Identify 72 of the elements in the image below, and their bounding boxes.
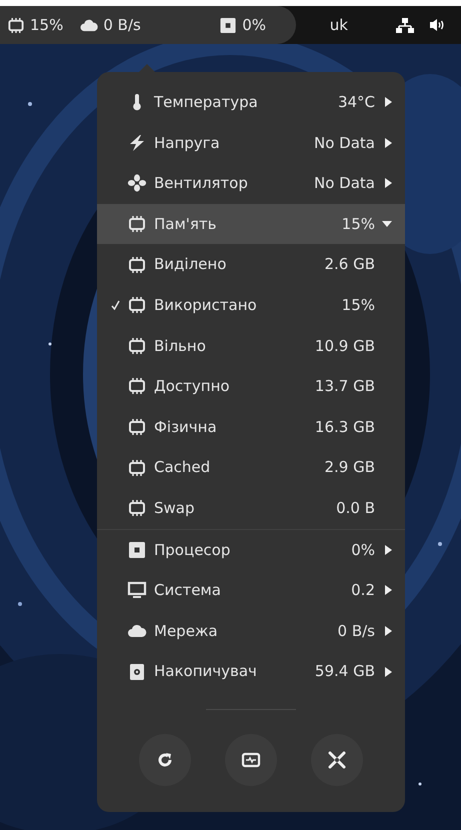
menu-item[interactable]: Процесор 0%: [97, 530, 405, 570]
memory-icon: [127, 377, 147, 396]
item-label: Процесор: [154, 540, 232, 561]
fan-icon: [127, 174, 147, 192]
menu-item[interactable]: Cached 2.9 GB: [97, 447, 405, 488]
menu-item[interactable]: Використано 15%: [97, 284, 405, 326]
item-label: Пам'ять: [154, 214, 218, 235]
item-value: 34°C: [338, 92, 375, 114]
item-label: Мережа: [154, 620, 219, 642]
menu-item[interactable]: Температура 34°C: [97, 82, 405, 123]
memory-icon: [6, 16, 26, 34]
submenu-arrow-icon: [384, 584, 393, 596]
memory-icon: [127, 499, 147, 518]
submenu-arrow-icon: [384, 666, 393, 678]
item-label: Cached: [154, 457, 212, 478]
memory-icon: [127, 458, 147, 477]
network-speed[interactable]: 0 B/s: [103, 14, 141, 36]
submenu-arrow-icon: [384, 136, 393, 149]
menu-item[interactable]: Доступно 13.7 GB: [97, 366, 405, 407]
memory-usage[interactable]: 15%: [30, 14, 64, 36]
cpu-usage[interactable]: 0%: [242, 14, 266, 36]
network-icon[interactable]: [396, 16, 414, 34]
menu-item[interactable]: Swap 0.0 B: [97, 488, 405, 529]
item-label: Swap: [154, 498, 196, 519]
item-value: 10.9 GB: [314, 336, 375, 357]
menu-item[interactable]: Виділено 2.6 GB: [97, 244, 405, 285]
submenu-arrow-icon: [384, 544, 393, 556]
item-label: Використано: [154, 295, 258, 316]
monitor-icon: [127, 581, 147, 600]
item-value: 15%: [342, 295, 375, 316]
item-label: Вентилятор: [154, 173, 249, 194]
item-label: Доступно: [154, 376, 231, 398]
cpu-icon: [218, 16, 238, 34]
keyboard-layout[interactable]: uk: [330, 14, 348, 36]
item-value: 0%: [351, 540, 375, 561]
item-value: 0 B/s: [338, 620, 375, 642]
menu-item[interactable]: Накопичувач 59.4 GB: [97, 651, 405, 692]
item-label: Виділено: [154, 254, 228, 276]
volume-icon[interactable]: [430, 18, 445, 32]
menu-item[interactable]: Вентилятор No Data: [97, 163, 405, 204]
item-value: 0.2: [351, 580, 375, 602]
cpu-icon: [127, 540, 147, 559]
memory-icon: [127, 336, 147, 355]
submenu-arrow-icon: [384, 96, 393, 108]
item-value: No Data: [314, 132, 375, 154]
menu-item[interactable]: Фізична 16.3 GB: [97, 406, 405, 448]
menu-item[interactable]: Вільно 10.9 GB: [97, 326, 405, 366]
memory-icon: [127, 296, 147, 314]
item-value: 13.7 GB: [314, 376, 375, 398]
submenu-arrow-icon: [384, 625, 393, 638]
menu-item[interactable]: Система 0.2: [97, 570, 405, 611]
tools-icon: [327, 750, 347, 770]
item-value: 15%: [342, 214, 375, 235]
item-label: Напруга: [154, 132, 221, 154]
menu-item[interactable]: Напруга No Data: [97, 122, 405, 164]
memory-icon: [127, 418, 147, 436]
item-label: Система: [154, 580, 222, 602]
item-value: 0.0 B: [336, 498, 375, 519]
item-label: Температура: [154, 92, 259, 114]
item-label: Вільно: [154, 336, 207, 357]
item-label: Фізична: [154, 416, 218, 438]
menu-item[interactable]: Мережа 0 B/s: [97, 610, 405, 652]
item-value: No Data: [314, 173, 375, 194]
submenu-arrow-icon: [384, 177, 393, 190]
item-value: 16.3 GB: [314, 416, 375, 438]
menu-item[interactable]: Пам'ять 15%: [97, 204, 405, 244]
item-value: 59.4 GB: [314, 661, 375, 682]
memory-icon: [127, 215, 147, 234]
item-label: Накопичувач: [154, 661, 258, 682]
item-value: 2.6 GB: [324, 254, 375, 276]
memory-icon: [127, 256, 147, 274]
item-value: 2.9 GB: [324, 457, 375, 478]
